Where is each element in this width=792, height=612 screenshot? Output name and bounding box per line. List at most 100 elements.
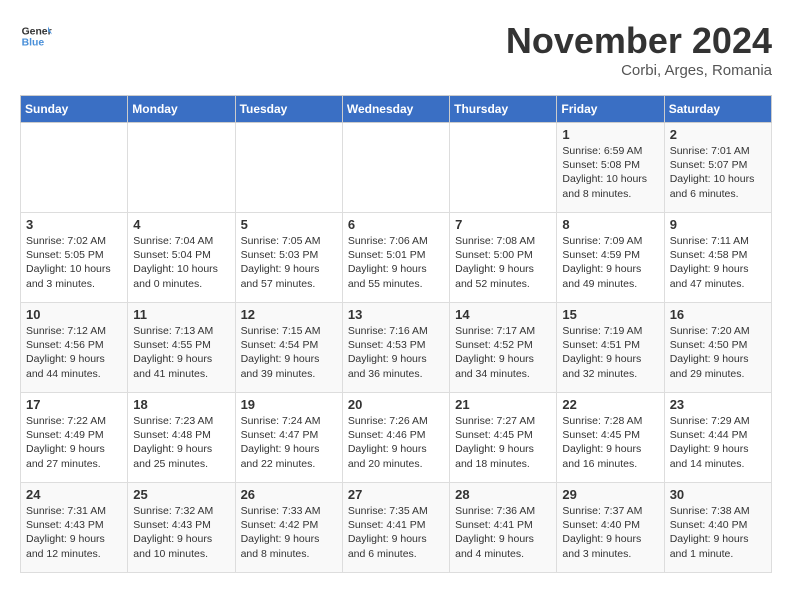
day-number: 9 [670,217,766,232]
calendar-week-row: 10Sunrise: 7:12 AMSunset: 4:56 PMDayligh… [21,303,772,393]
day-info: Daylight: 9 hours and 41 minutes. [133,352,229,380]
day-info: Sunrise: 7:17 AM [455,324,551,338]
calendar-week-row: 17Sunrise: 7:22 AMSunset: 4:49 PMDayligh… [21,393,772,483]
day-info: Sunrise: 7:35 AM [348,504,444,518]
day-info: Sunrise: 7:02 AM [26,234,122,248]
day-number: 6 [348,217,444,232]
day-info: Sunset: 4:45 PM [455,428,551,442]
day-number: 30 [670,487,766,502]
day-info: Daylight: 9 hours and 55 minutes. [348,262,444,290]
day-number: 8 [562,217,658,232]
weekday-header: Wednesday [342,96,449,123]
day-info: Sunrise: 7:12 AM [26,324,122,338]
calendar-cell: 30Sunrise: 7:38 AMSunset: 4:40 PMDayligh… [664,483,771,573]
day-number: 3 [26,217,122,232]
calendar-week-row: 1Sunrise: 6:59 AMSunset: 5:08 PMDaylight… [21,123,772,213]
day-info: Sunset: 4:51 PM [562,338,658,352]
month-title: November 2024 [506,20,772,62]
calendar-week-row: 24Sunrise: 7:31 AMSunset: 4:43 PMDayligh… [21,483,772,573]
day-info: Daylight: 10 hours and 6 minutes. [670,172,766,200]
day-info: Daylight: 9 hours and 14 minutes. [670,442,766,470]
day-info: Sunrise: 6:59 AM [562,144,658,158]
calendar-cell: 4Sunrise: 7:04 AMSunset: 5:04 PMDaylight… [128,213,235,303]
calendar-cell: 28Sunrise: 7:36 AMSunset: 4:41 PMDayligh… [450,483,557,573]
day-info: Daylight: 9 hours and 16 minutes. [562,442,658,470]
day-number: 28 [455,487,551,502]
day-info: Sunrise: 7:22 AM [26,414,122,428]
day-info: Sunrise: 7:36 AM [455,504,551,518]
day-number: 7 [455,217,551,232]
logo-icon: General Blue [20,20,52,52]
calendar-cell: 25Sunrise: 7:32 AMSunset: 4:43 PMDayligh… [128,483,235,573]
day-info: Sunrise: 7:04 AM [133,234,229,248]
day-info: Sunrise: 7:11 AM [670,234,766,248]
day-info: Sunset: 4:50 PM [670,338,766,352]
day-info: Daylight: 9 hours and 18 minutes. [455,442,551,470]
calendar-cell: 3 Sunrise: 7:02 AMSunset: 5:05 PMDaylight… [21,213,128,303]
weekday-header: Friday [557,96,664,123]
day-info: Sunset: 4:52 PM [455,338,551,352]
day-info: Daylight: 9 hours and 8 minutes. [241,532,337,560]
day-info: Daylight: 9 hours and 49 minutes. [562,262,658,290]
day-info: Daylight: 9 hours and 4 minutes. [455,532,551,560]
day-number: 12 [241,307,337,322]
day-number: 22 [562,397,658,412]
day-info: Sunrise: 7:06 AM [348,234,444,248]
day-info: Sunrise: 7:15 AM [241,324,337,338]
day-number: 2 [670,127,766,142]
day-info: Sunrise: 7:24 AM [241,414,337,428]
day-info: Daylight: 10 hours and 8 minutes. [562,172,658,200]
calendar-cell: 12Sunrise: 7:15 AMSunset: 4:54 PMDayligh… [235,303,342,393]
day-info: Sunrise: 7:28 AM [562,414,658,428]
day-info: Daylight: 9 hours and 12 minutes. [26,532,122,560]
calendar-cell: 17Sunrise: 7:22 AMSunset: 4:49 PMDayligh… [21,393,128,483]
day-number: 17 [26,397,122,412]
day-info: Sunrise: 7:26 AM [348,414,444,428]
weekday-header: Thursday [450,96,557,123]
day-info: Sunset: 4:40 PM [670,518,766,532]
day-info: Sunset: 4:58 PM [670,248,766,262]
day-info: Sunset: 4:53 PM [348,338,444,352]
calendar-cell: 29Sunrise: 7:37 AMSunset: 4:40 PMDayligh… [557,483,664,573]
day-info: Daylight: 10 hours and 3 minutes. [26,262,122,290]
day-info: Sunset: 4:59 PM [562,248,658,262]
calendar-cell: 5Sunrise: 7:05 AMSunset: 5:03 PMDaylight… [235,213,342,303]
calendar-cell: 27Sunrise: 7:35 AMSunset: 4:41 PMDayligh… [342,483,449,573]
svg-text:General: General [22,26,52,37]
calendar-cell: 18Sunrise: 7:23 AMSunset: 4:48 PMDayligh… [128,393,235,483]
day-info: Sunset: 5:05 PM [26,248,122,262]
calendar-cell: 6Sunrise: 7:06 AMSunset: 5:01 PMDaylight… [342,213,449,303]
day-info: Sunset: 4:43 PM [133,518,229,532]
day-info: Sunset: 4:45 PM [562,428,658,442]
day-info: Sunrise: 7:31 AM [26,504,122,518]
day-number: 23 [670,397,766,412]
calendar-body: 1Sunrise: 6:59 AMSunset: 5:08 PMDaylight… [21,123,772,573]
day-info: Sunrise: 7:32 AM [133,504,229,518]
day-number: 5 [241,217,337,232]
day-number: 26 [241,487,337,502]
day-info: Daylight: 9 hours and 34 minutes. [455,352,551,380]
day-info: Sunrise: 7:01 AM [670,144,766,158]
day-info: Sunrise: 7:09 AM [562,234,658,248]
day-number: 1 [562,127,658,142]
calendar-cell: 8 Sunrise: 7:09 AMSunset: 4:59 PMDaylight… [557,213,664,303]
weekday-header: Tuesday [235,96,342,123]
calendar-cell: 7Sunrise: 7:08 AMSunset: 5:00 PMDaylight… [450,213,557,303]
day-number: 24 [26,487,122,502]
day-number: 11 [133,307,229,322]
day-info: Daylight: 9 hours and 32 minutes. [562,352,658,380]
day-info: Daylight: 9 hours and 47 minutes. [670,262,766,290]
calendar-cell: 22 Sunrise: 7:28 AMSunset: 4:45 PMDayligh… [557,393,664,483]
svg-text:Blue: Blue [22,38,45,49]
calendar-cell: 26Sunrise: 7:33 AMSunset: 4:42 PMDayligh… [235,483,342,573]
day-number: 10 [26,307,122,322]
calendar-cell: 23Sunrise: 7:29 AMSunset: 4:44 PMDayligh… [664,393,771,483]
calendar-cell: 21Sunrise: 7:27 AMSunset: 4:45 PMDayligh… [450,393,557,483]
day-info: Sunrise: 7:27 AM [455,414,551,428]
location: Corbi, Arges, Romania [506,62,772,79]
day-info: Daylight: 9 hours and 25 minutes. [133,442,229,470]
day-info: Sunrise: 7:19 AM [562,324,658,338]
day-info: Daylight: 9 hours and 10 minutes. [133,532,229,560]
day-info: Sunset: 4:41 PM [348,518,444,532]
day-info: Sunset: 5:04 PM [133,248,229,262]
